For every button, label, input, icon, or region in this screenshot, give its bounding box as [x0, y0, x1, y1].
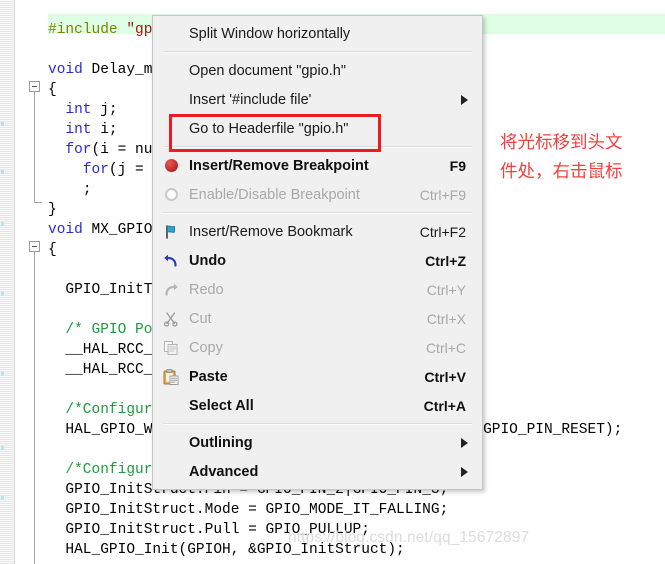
menu-item-shortcut: Ctrl+F2 — [419, 223, 466, 240]
menu-icon-empty — [153, 56, 189, 85]
change-bar — [1, 446, 4, 450]
change-bar — [1, 170, 4, 174]
menu-separator — [163, 212, 472, 214]
menu-item-label: Split Window horizontally — [189, 25, 351, 42]
menu-item-label: Paste — [189, 368, 228, 385]
menu-item-shortcut: Ctrl+F9 — [419, 186, 466, 203]
code-token: #include — [48, 22, 127, 38]
menu-item-label: Insert/Remove Bookmark — [189, 223, 353, 240]
code-token: void — [48, 222, 92, 238]
fold-toggle-delay-ms[interactable] — [29, 81, 40, 92]
change-bar — [1, 292, 4, 296]
menu-item-label: Select All — [189, 397, 254, 414]
menu-item-label: Redo — [189, 281, 224, 298]
editor-context-menu[interactable]: Split Window horizontally Open document "… — [152, 15, 483, 490]
menu-item-label: Cut — [189, 310, 212, 327]
code-token: for — [65, 142, 92, 158]
code-token: { — [48, 242, 57, 258]
menu-item[interactable]: Open document "gpio.h" — [153, 56, 482, 85]
menu-item-label: Copy — [189, 339, 223, 356]
menu-separator — [163, 423, 472, 425]
menu-item-label: Advanced — [189, 463, 259, 480]
code-token: for — [82, 162, 109, 178]
scissors-icon — [153, 304, 189, 333]
editor-change-margin — [15, 0, 27, 564]
menu-item-shortcut: Ctrl+Z — [425, 252, 466, 269]
code-token: int — [65, 122, 101, 138]
fold-guide-foot — [34, 202, 42, 203]
menu-item-shortcut: F9 — [449, 157, 466, 174]
menu-item[interactable]: Insert/Remove Bookmark Ctrl+F2 — [153, 217, 482, 246]
redo-arrow-icon — [153, 275, 189, 304]
menu-item[interactable]: Go to Headerfile "gpio.h" — [153, 114, 482, 143]
menu-item[interactable]: Insert '#include file' — [153, 85, 482, 114]
menu-item-label: Enable/Disable Breakpoint — [189, 186, 360, 203]
menu-item: Enable/Disable Breakpoint Ctrl+F9 — [153, 180, 482, 209]
code-token: i; — [100, 122, 118, 138]
copy-pages-icon — [153, 333, 189, 362]
fold-toggle-mx-gpio-init[interactable] — [29, 241, 40, 252]
menu-item[interactable]: Paste Ctrl+V — [153, 362, 482, 391]
menu-item-shortcut: Ctrl+V — [424, 368, 466, 385]
menu-item-label: Undo — [189, 252, 227, 269]
change-bar — [1, 122, 4, 126]
clipboard-paste-icon — [153, 362, 189, 391]
menu-item-shortcut: Ctrl+X — [426, 310, 466, 327]
menu-item-shortcut: Ctrl+C — [425, 339, 466, 356]
menu-icon-empty — [153, 114, 189, 143]
menu-separator — [163, 146, 472, 148]
menu-separator — [163, 51, 472, 53]
undo-arrow-icon — [153, 246, 189, 275]
menu-icon-empty — [153, 85, 189, 114]
menu-item-label: Open document "gpio.h" — [189, 62, 347, 79]
menu-item: Copy Ctrl+C — [153, 333, 482, 362]
code-token: GPIO_InitStruct.Mode = GPIO_MODE_IT_FALL… — [65, 502, 449, 518]
editor-indicator-margin[interactable] — [0, 0, 15, 564]
menu-item[interactable]: Undo Ctrl+Z — [153, 246, 482, 275]
submenu-arrow-icon — [461, 94, 468, 105]
menu-item[interactable]: Select All Ctrl+A — [153, 391, 482, 420]
menu-item: Cut Ctrl+X — [153, 304, 482, 333]
breakpoint-disabled-icon — [153, 180, 189, 209]
code-token: j; — [100, 102, 118, 118]
code-token: void — [48, 62, 92, 78]
submenu-arrow-icon — [461, 437, 468, 448]
annotation-text: 将光标移到头文 件处，右击鼠标 — [500, 133, 623, 182]
menu-item[interactable]: Outlining — [153, 428, 482, 457]
menu-item[interactable]: Insert/Remove Breakpoint F9 — [153, 151, 482, 180]
change-bar — [1, 496, 4, 500]
menu-icon-empty — [153, 391, 189, 420]
code-token: int — [65, 102, 101, 118]
change-bar — [1, 372, 4, 376]
menu-icon-empty — [153, 19, 189, 48]
breakpoint-icon — [153, 151, 189, 180]
watermark-text: https://blog.csdn.net/qq_15672897 — [288, 529, 530, 546]
code-line: GPIO_InitStruct.Mode = GPIO_MODE_IT_FALL… — [48, 500, 665, 520]
submenu-arrow-icon — [461, 466, 468, 477]
menu-item-label: Insert '#include file' — [189, 91, 312, 108]
menu-item-shortcut: Ctrl+Y — [426, 281, 466, 298]
menu-item-label: Go to Headerfile "gpio.h" — [189, 120, 349, 137]
change-bar — [1, 222, 4, 226]
code-token: } — [48, 202, 57, 218]
menu-icon-empty — [153, 457, 189, 486]
bookmark-flag-icon — [153, 217, 189, 246]
menu-icon-empty — [153, 428, 189, 457]
menu-item[interactable]: Split Window horizontally — [153, 19, 482, 48]
fold-guide-line — [34, 92, 35, 202]
menu-item-label: Insert/Remove Breakpoint — [189, 157, 369, 174]
code-token: { — [48, 82, 57, 98]
fold-guide-line — [34, 252, 35, 564]
menu-item-label: Outlining — [189, 434, 253, 451]
code-token: ; — [82, 182, 92, 198]
menu-item-shortcut: Ctrl+A — [423, 397, 466, 414]
menu-item[interactable]: Advanced — [153, 457, 482, 486]
menu-item: Redo Ctrl+Y — [153, 275, 482, 304]
